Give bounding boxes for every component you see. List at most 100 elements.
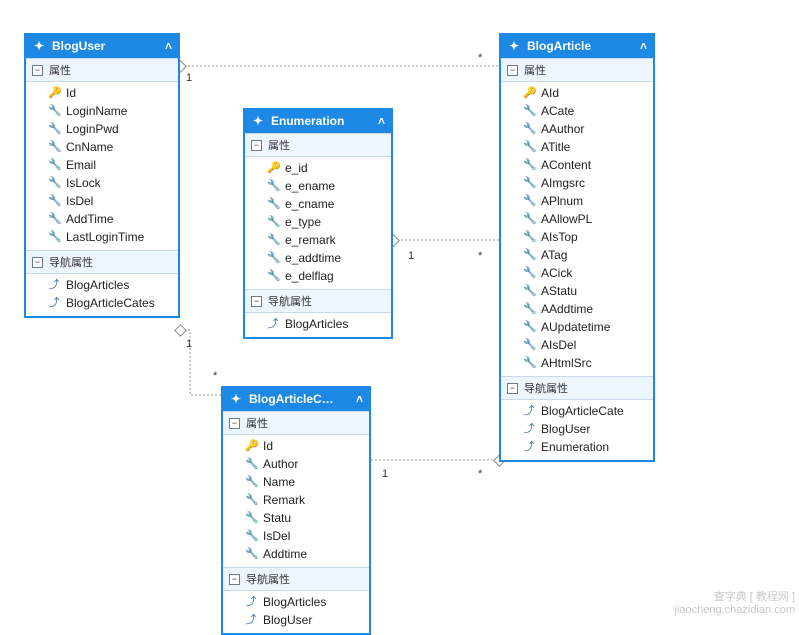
nav-list: ⤴ BlogArticles	[245, 313, 391, 337]
nav-property-row[interactable]: ⤴ BlogArticles	[223, 593, 369, 611]
property-row[interactable]: 🔧 e_ename	[245, 177, 391, 195]
collapse-icon[interactable]: ˄	[160, 39, 172, 53]
property-row[interactable]: 🔧 ATag	[501, 246, 653, 264]
property-row[interactable]: 🔧 Author	[223, 455, 369, 473]
property-row[interactable]: 🔧 AHtmlSrc	[501, 354, 653, 372]
nav-property-row[interactable]: ⤴ BlogUser	[501, 420, 653, 438]
property-name: Id	[263, 438, 273, 454]
section-nav-header[interactable]: − 导航属性	[501, 376, 653, 400]
entity-title-bar[interactable]: ✦ Enumeration ˄	[245, 110, 391, 133]
wrench-icon: 🔧	[523, 229, 535, 245]
property-row[interactable]: 🔧 AAllowPL	[501, 210, 653, 228]
watermark: 查字典 [ 教程网 ] jiaocheng.chazidian.com	[675, 591, 795, 617]
property-name: ATag	[541, 247, 567, 263]
toggle-icon[interactable]: −	[251, 296, 262, 307]
toggle-icon[interactable]: −	[32, 257, 43, 268]
entity-blog-user[interactable]: ✦ BlogUser ˄ − 属性 🔑 Id 🔧 LoginName 🔧 Log…	[24, 33, 180, 318]
entity-title-bar[interactable]: ✦ BlogArticle ˄	[501, 35, 653, 58]
property-name: Addtime	[263, 546, 307, 562]
property-row[interactable]: 🔑 Id	[223, 437, 369, 455]
properties-list: 🔑 e_id 🔧 e_ename 🔧 e_cname 🔧 e_type 🔧 e_…	[245, 157, 391, 289]
property-row[interactable]: 🔧 AIsDel	[501, 336, 653, 354]
section-properties-header[interactable]: − 属性	[223, 411, 369, 435]
property-row[interactable]: 🔧 CnName	[26, 138, 178, 156]
toggle-icon[interactable]: −	[507, 383, 518, 394]
key-icon: 🔑	[523, 85, 535, 101]
property-row[interactable]: 🔑 Id	[26, 84, 178, 102]
toggle-icon[interactable]: −	[229, 574, 240, 585]
entity-title-bar[interactable]: ✦ BlogArticleC… ˄	[223, 388, 369, 411]
property-row[interactable]: 🔧 Remark	[223, 491, 369, 509]
section-properties-header[interactable]: − 属性	[26, 58, 178, 82]
navigation-icon: ⤴	[245, 612, 257, 628]
wrench-icon: 🔧	[523, 355, 535, 371]
property-row[interactable]: 🔧 AImgsrc	[501, 174, 653, 192]
property-row[interactable]: 🔧 AddTime	[26, 210, 178, 228]
section-nav-header[interactable]: − 导航属性	[245, 289, 391, 313]
property-row[interactable]: 🔧 IsDel	[223, 527, 369, 545]
property-row[interactable]: 🔧 AAddtime	[501, 300, 653, 318]
collapse-icon[interactable]: ˄	[635, 39, 647, 53]
property-row[interactable]: 🔧 LoginPwd	[26, 120, 178, 138]
property-row[interactable]: 🔧 ACate	[501, 102, 653, 120]
property-name: AContent	[541, 157, 591, 173]
property-row[interactable]: 🔑 e_id	[245, 159, 391, 177]
property-row[interactable]: 🔧 LastLoginTime	[26, 228, 178, 246]
property-row[interactable]: 🔧 ATitle	[501, 138, 653, 156]
section-properties-header[interactable]: − 属性	[245, 133, 391, 157]
entity-blog-article[interactable]: ✦ BlogArticle ˄ − 属性 🔑 AId 🔧 ACate 🔧 AAu…	[499, 33, 655, 462]
section-label: 属性	[268, 137, 290, 153]
collapse-icon[interactable]: ˄	[373, 114, 385, 128]
property-row[interactable]: 🔧 Addtime	[223, 545, 369, 563]
wrench-icon: 🔧	[523, 265, 535, 281]
entity-enumeration[interactable]: ✦ Enumeration ˄ − 属性 🔑 e_id 🔧 e_ename 🔧 …	[243, 108, 393, 339]
toggle-icon[interactable]: −	[32, 65, 43, 76]
wrench-icon: 🔧	[48, 175, 60, 191]
watermark-line1: 查字典 [ 教程网 ]	[675, 591, 795, 604]
property-row[interactable]: 🔧 AIsTop	[501, 228, 653, 246]
toggle-icon[interactable]: −	[507, 65, 518, 76]
property-row[interactable]: 🔧 APlnum	[501, 192, 653, 210]
property-row[interactable]: 🔧 AAuthor	[501, 120, 653, 138]
property-row[interactable]: 🔧 AUpdatetime	[501, 318, 653, 336]
property-row[interactable]: 🔧 e_cname	[245, 195, 391, 213]
property-row[interactable]: 🔧 e_type	[245, 213, 391, 231]
property-row[interactable]: 🔧 ACick	[501, 264, 653, 282]
property-row[interactable]: 🔧 AContent	[501, 156, 653, 174]
property-row[interactable]: 🔧 Statu	[223, 509, 369, 527]
property-name: AImgsrc	[541, 175, 585, 191]
property-row[interactable]: 🔧 AStatu	[501, 282, 653, 300]
property-row[interactable]: 🔧 IsLock	[26, 174, 178, 192]
property-row[interactable]: 🔧 Name	[223, 473, 369, 491]
section-nav-header[interactable]: − 导航属性	[223, 567, 369, 591]
nav-property-row[interactable]: ⤴ Enumeration	[501, 438, 653, 456]
diamond-icon	[174, 324, 187, 337]
section-nav-header[interactable]: − 导航属性	[26, 250, 178, 274]
wrench-icon: 🔧	[48, 193, 60, 209]
navigation-icon: ⤴	[523, 403, 535, 419]
entity-blog-article-cate[interactable]: ✦ BlogArticleC… ˄ − 属性 🔑 Id 🔧 Author 🔧 N…	[221, 386, 371, 635]
property-row[interactable]: 🔧 e_delflag	[245, 267, 391, 285]
toggle-icon[interactable]: −	[251, 140, 262, 151]
nav-property-row[interactable]: ⤴ BlogArticleCates	[26, 294, 178, 312]
nav-property-row[interactable]: ⤴ BlogArticles	[245, 315, 391, 333]
section-label: 导航属性	[246, 571, 290, 587]
entity-title-bar[interactable]: ✦ BlogUser ˄	[26, 35, 178, 58]
nav-property-name: BlogArticles	[66, 277, 129, 293]
property-row[interactable]: 🔧 e_addtime	[245, 249, 391, 267]
nav-property-row[interactable]: ⤴ BlogArticleCate	[501, 402, 653, 420]
nav-property-row[interactable]: ⤴ BlogArticles	[26, 276, 178, 294]
property-row[interactable]: 🔧 LoginName	[26, 102, 178, 120]
nav-property-row[interactable]: ⤴ BlogUser	[223, 611, 369, 629]
collapse-icon[interactable]: ˄	[351, 392, 363, 406]
property-row[interactable]: 🔧 IsDel	[26, 192, 178, 210]
property-row[interactable]: 🔧 e_remark	[245, 231, 391, 249]
property-row[interactable]: 🔧 Email	[26, 156, 178, 174]
multiplicity-label: 1	[408, 250, 414, 262]
property-row[interactable]: 🔑 AId	[501, 84, 653, 102]
toggle-icon[interactable]: −	[229, 418, 240, 429]
section-properties-header[interactable]: − 属性	[501, 58, 653, 82]
property-name: LastLoginTime	[66, 229, 144, 245]
property-name: ATitle	[541, 139, 570, 155]
wrench-icon: 🔧	[523, 139, 535, 155]
